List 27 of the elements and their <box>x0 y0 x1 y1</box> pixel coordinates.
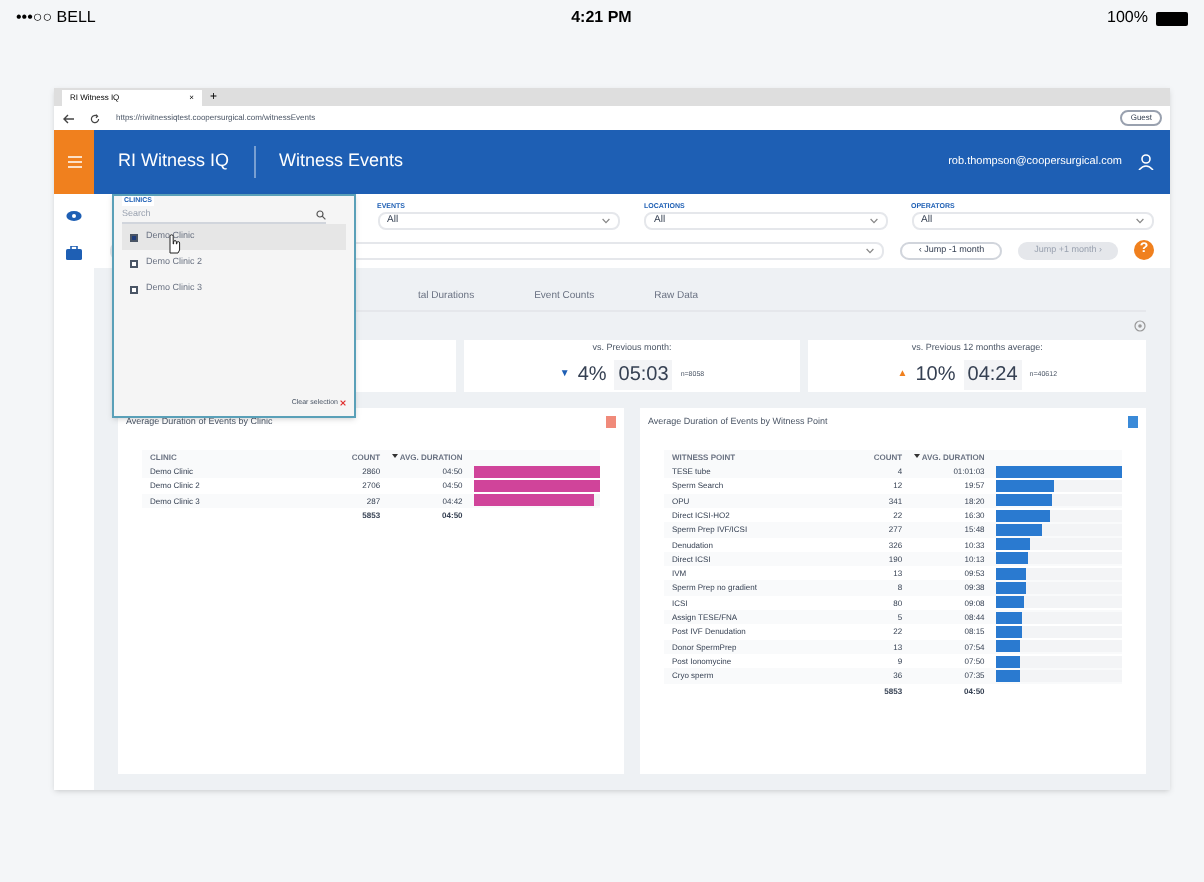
briefcase-icon[interactable] <box>66 246 82 260</box>
checkbox[interactable] <box>130 285 138 294</box>
chevron-down-icon[interactable] <box>1136 218 1144 225</box>
kpi-percent: 10% <box>915 361 956 390</box>
pointer-cursor-icon <box>166 234 182 255</box>
page-title: Witness Events <box>279 148 404 175</box>
carrier-label: •••○○ BELL <box>16 6 96 30</box>
clock: 4:21 PM <box>571 6 632 30</box>
chevron-down-icon[interactable] <box>602 218 610 225</box>
checkbox[interactable] <box>130 259 138 268</box>
eye-icon[interactable] <box>66 210 82 222</box>
battery-percent: 100% <box>1107 6 1148 30</box>
kpi-time: 05:03 <box>614 359 673 390</box>
user-icon[interactable] <box>1138 154 1154 170</box>
battery-icon <box>1156 11 1188 25</box>
back-icon[interactable] <box>62 113 74 123</box>
search-icon[interactable] <box>316 209 326 220</box>
checkbox[interactable] <box>130 233 138 242</box>
kpi-time: 04:24 <box>963 359 1022 390</box>
chevron-down-icon[interactable] <box>869 218 877 225</box>
sort-icon[interactable] <box>391 454 398 459</box>
app-title: RI Witness IQ <box>118 148 230 175</box>
chevron-down-icon[interactable] <box>866 247 875 253</box>
kpi-percent: 4% <box>577 361 607 390</box>
reload-icon[interactable] <box>90 113 100 123</box>
sort-icon[interactable] <box>913 454 920 459</box>
close-icon[interactable] <box>340 399 346 406</box>
